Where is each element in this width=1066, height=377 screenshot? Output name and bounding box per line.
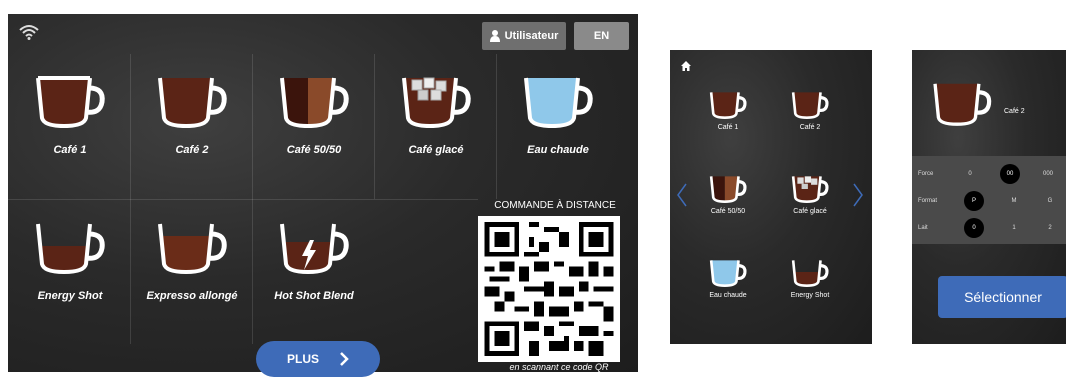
long-coffee-cup-icon bbox=[158, 223, 227, 275]
home-icon[interactable] bbox=[680, 60, 692, 72]
drink-tile-cafe-50-50[interactable]: Café 50/50 bbox=[694, 174, 762, 244]
drink-list-screen: Café 1 Café 2 Café 50/50 Café glacé Eau … bbox=[670, 50, 872, 344]
drink-label: Expresso allongé bbox=[146, 290, 238, 302]
drink-tile-cafe-2[interactable]: Café 2 bbox=[776, 90, 844, 160]
drink-label: Café 2 bbox=[799, 124, 821, 131]
energy-shot-cup-icon bbox=[791, 260, 829, 287]
drink-tile-cafe-glace[interactable]: Café glacé bbox=[776, 174, 844, 244]
option-row-lait: Lait 0 1 2 bbox=[912, 214, 1066, 242]
chevron-right-icon[interactable] bbox=[852, 182, 864, 208]
option-force-00[interactable]: 00 bbox=[1000, 164, 1020, 184]
coffee-cup-icon bbox=[36, 76, 105, 129]
coffee-cup-icon bbox=[933, 83, 992, 126]
drink-options-screen: Café 2 Force 0 00 000 Format P M G Lait … bbox=[910, 50, 1066, 344]
language-button[interactable]: EN bbox=[574, 22, 629, 50]
half-coffee-cup-icon bbox=[709, 176, 747, 203]
drink-label: Energy Shot bbox=[37, 290, 103, 302]
drink-tile-cafe-1[interactable]: Café 1 bbox=[694, 90, 762, 160]
qr-caption: en scannant ce code QR bbox=[509, 362, 609, 372]
user-button[interactable]: Utilisateur bbox=[482, 22, 566, 50]
option-label: Format bbox=[918, 198, 938, 204]
option-lait-0[interactable]: 0 bbox=[964, 218, 984, 238]
drink-tile-eau-chaude[interactable]: Eau chaude bbox=[498, 54, 618, 199]
water-cup-icon bbox=[709, 260, 747, 287]
option-lait-1[interactable]: 1 bbox=[1004, 218, 1024, 238]
option-lait-2[interactable]: 2 bbox=[1040, 218, 1060, 238]
iced-coffee-cup-icon bbox=[402, 77, 471, 129]
drink-tile-expresso-allonge[interactable]: Expresso allongé bbox=[132, 200, 252, 345]
qr-code[interactable] bbox=[478, 216, 620, 362]
coffee-cup-icon bbox=[791, 92, 829, 119]
drink-tile-hot-shot-blend[interactable]: Hot Shot Blend bbox=[254, 200, 374, 345]
options-panel: Force 0 00 000 Format P M G Lait 0 1 2 bbox=[912, 156, 1066, 244]
coffee-cup-icon bbox=[709, 92, 747, 119]
option-force-000[interactable]: 000 bbox=[1038, 164, 1058, 184]
chevron-left-icon[interactable] bbox=[676, 182, 688, 208]
drink-label: Café 1 bbox=[717, 124, 739, 131]
drink-label: Energy Shot bbox=[790, 292, 830, 299]
drink-tile-cafe-50-50[interactable]: Café 50/50 bbox=[254, 54, 374, 199]
drink-label: Café glacé bbox=[408, 144, 464, 156]
drink-tile-cafe-glace[interactable]: Café glacé bbox=[376, 54, 496, 199]
option-row-format: Format P M G bbox=[912, 187, 1066, 215]
drink-tile-cafe-1[interactable]: Café 1 bbox=[10, 54, 130, 199]
drink-label: Hot Shot Blend bbox=[274, 290, 354, 302]
drink-tile-energy-shot[interactable]: Energy Shot bbox=[776, 258, 844, 328]
main-screen: Utilisateur EN Café 1 Café 2 Café 50/50 … bbox=[8, 14, 638, 377]
coffee-cup-icon bbox=[158, 77, 227, 129]
chevron-right-icon bbox=[340, 352, 349, 366]
drink-label: Café glacé bbox=[793, 208, 827, 215]
wifi-icon bbox=[19, 25, 39, 40]
plus-button[interactable]: PLUS bbox=[256, 341, 380, 377]
plus-button-label: PLUS bbox=[286, 352, 319, 366]
option-row-force: Force 0 00 000 bbox=[912, 160, 1066, 188]
user-button-label: Utilisateur bbox=[504, 30, 559, 42]
drink-label: Café 50/50 bbox=[286, 144, 342, 156]
option-format-p[interactable]: P bbox=[964, 191, 984, 211]
half-coffee-cup-icon bbox=[280, 77, 349, 129]
drink-label: Café 2 bbox=[175, 144, 209, 156]
selected-drink-name: Café 2 bbox=[1004, 108, 1025, 115]
drink-tile-energy-shot[interactable]: Energy Shot bbox=[10, 200, 130, 345]
user-icon bbox=[489, 30, 500, 42]
qr-code-icon bbox=[484, 222, 614, 356]
option-label: Lait bbox=[918, 225, 928, 231]
option-force-0[interactable]: 0 bbox=[960, 164, 980, 184]
water-cup-icon bbox=[524, 77, 593, 129]
select-button[interactable]: Sélectionner bbox=[938, 276, 1066, 318]
remote-order-title: COMMANDE À DISTANCE bbox=[494, 200, 616, 211]
drink-label: Eau chaude bbox=[527, 144, 589, 156]
drink-label: Café 50/50 bbox=[710, 208, 746, 215]
drink-label: Eau chaude bbox=[709, 292, 747, 299]
iced-coffee-cup-icon bbox=[791, 176, 829, 203]
energy-shot-cup-icon bbox=[36, 223, 105, 275]
drink-tile-eau-chaude[interactable]: Eau chaude bbox=[694, 258, 762, 328]
drink-tile-cafe-2[interactable]: Café 2 bbox=[132, 54, 252, 199]
option-format-g[interactable]: G bbox=[1040, 191, 1060, 211]
option-label: Force bbox=[918, 171, 934, 177]
drink-label: Café 1 bbox=[53, 144, 87, 156]
option-format-m[interactable]: M bbox=[1004, 191, 1024, 211]
hot-shot-cup-icon bbox=[280, 223, 349, 275]
